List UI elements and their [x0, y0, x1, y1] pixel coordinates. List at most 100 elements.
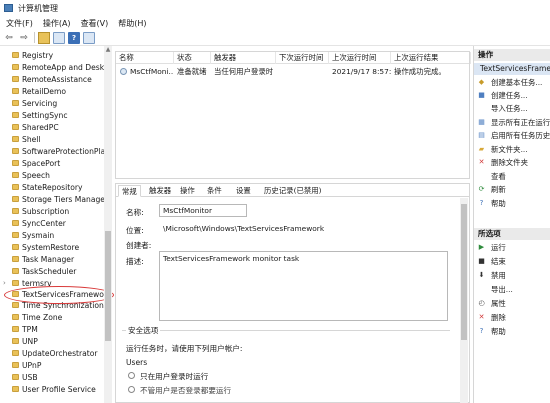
action-help[interactable]: ? 帮助	[474, 198, 550, 209]
task-list-header: 名称 状态 触发器 下次运行时间 上次运行时间 上次运行结果	[116, 52, 471, 64]
tree-item[interactable]: StateRepository	[0, 182, 111, 193]
column-header-last-result[interactable]: 上次运行结果	[391, 52, 471, 64]
scrollbar-thumb[interactable]	[105, 231, 111, 341]
action-end[interactable]: ■ 结束	[474, 256, 550, 267]
tree-item[interactable]: SpacePort	[0, 158, 111, 169]
help-icon[interactable]: ?	[68, 31, 80, 44]
action-disable[interactable]: ⬇ 禁用	[474, 270, 550, 281]
new-folder-icon: ▰	[478, 145, 485, 153]
tree-item[interactable]: UPnP	[0, 360, 111, 371]
name-label: 名称:	[126, 208, 144, 217]
up-folder-icon[interactable]	[38, 31, 50, 44]
action-delete[interactable]: ✕ 删除	[474, 312, 550, 323]
action-pane: 操作 TextServicesFramework ◆创建基本任务... ■创建任…	[473, 46, 550, 403]
column-header-last-run[interactable]: 上次运行时间	[329, 52, 391, 64]
title-bar: 计算机管理	[0, 0, 550, 16]
tree-item[interactable]: USB	[0, 372, 111, 383]
action-delete-folder[interactable]: ✕ 删除文件夹	[474, 157, 550, 168]
forward-arrow-icon[interactable]: ⇨	[18, 32, 30, 44]
tree-item[interactable]: SystemRestore	[0, 242, 111, 253]
scroll-up-icon[interactable]: ▲	[104, 46, 112, 54]
action-run[interactable]: ▶ 运行	[474, 242, 550, 253]
action-new-folder[interactable]: ▰ 新文件夹...	[474, 144, 550, 155]
tree-item[interactable]: RemoteAssistance	[0, 74, 111, 85]
task-list: 名称 状态 触发器 下次运行时间 上次运行时间 上次运行结果 MsCtfMoni…	[115, 51, 471, 179]
action-import-task[interactable]: 导入任务...	[474, 103, 550, 114]
tab-actions[interactable]: 操作	[177, 185, 198, 197]
tab-triggers[interactable]: 触发器	[146, 185, 174, 197]
tree-item[interactable]: TPM	[0, 324, 111, 335]
column-header-name[interactable]: 名称	[116, 52, 174, 64]
description-field[interactable]: TextServicesFramework monitor task	[159, 251, 448, 321]
tree-item[interactable]: UNP	[0, 336, 111, 347]
action-display-running[interactable]: ▦显示所有正在运行的任务	[474, 117, 550, 128]
history-icon: ▤	[478, 131, 485, 139]
tree-item[interactable]: Subscription	[0, 206, 111, 217]
folder-icon	[12, 160, 19, 166]
column-header-next-run[interactable]: 下次运行时间	[276, 52, 329, 64]
name-field[interactable]: MsCtfMonitor	[159, 204, 247, 217]
tab-general[interactable]: 常规	[118, 185, 141, 197]
action-enable-history[interactable]: ▤启用所有任务历史记录	[474, 130, 550, 141]
expand-chevron-icon[interactable]: ›	[3, 278, 6, 289]
actions-folder-header[interactable]: TextServicesFramework	[474, 63, 550, 75]
cell-last-run: 2021/9/17 8:57:49	[332, 67, 391, 76]
folder-icon	[12, 256, 19, 262]
tree-item[interactable]: Servicing	[0, 98, 111, 109]
show-hide-tree-icon[interactable]	[53, 31, 65, 44]
tree-item[interactable]: RemoteApp and Deskt	[0, 62, 111, 73]
action-properties[interactable]: ◴ 属性	[474, 298, 550, 309]
tree-item[interactable]: UpdateOrchestrator	[0, 348, 111, 359]
radio-run-whether-logged-on[interactable]	[128, 386, 135, 393]
action-refresh[interactable]: ⟳ 刷新	[474, 184, 550, 195]
location-value: \Microsoft\Windows\TextServicesFramework	[159, 222, 448, 235]
action-help-item[interactable]: ? 帮助	[474, 326, 550, 337]
tab-conditions[interactable]: 条件	[204, 185, 225, 197]
action-create-basic-task[interactable]: ◆ 创建基本任务...	[474, 77, 550, 88]
action-create-task[interactable]: ■ 创建任务...	[474, 90, 550, 101]
folder-icon	[12, 362, 19, 368]
tree-item[interactable]: › termsrv	[0, 278, 111, 289]
tree-item[interactable]: Shell	[0, 134, 111, 145]
tree-item-selected[interactable]: TextServicesFramework	[0, 289, 111, 300]
menu-action[interactable]: 操作(A)	[43, 18, 71, 29]
column-header-status[interactable]: 状态	[174, 52, 211, 64]
radio-run-logged-on[interactable]	[128, 372, 135, 379]
tree-item[interactable]: User Profile Service	[0, 384, 111, 395]
tree-item[interactable]: Time Zone	[0, 312, 111, 323]
cell-trigger: 当任何用户登录时	[214, 67, 274, 76]
action-export[interactable]: 导出...	[474, 284, 550, 295]
folder-icon	[12, 244, 19, 250]
column-header-trigger[interactable]: 触发器	[211, 52, 276, 64]
back-arrow-icon[interactable]: ⇦	[3, 32, 15, 44]
tree-scrollbar[interactable]: ▲	[104, 46, 112, 403]
menu-file[interactable]: 文件(F)	[6, 18, 33, 29]
tree-item[interactable]: Sysmain	[0, 230, 111, 241]
tree-item[interactable]: Storage Tiers Manager	[0, 194, 111, 205]
tree-item[interactable]: Speech	[0, 170, 111, 181]
refresh-icon: ⟳	[478, 185, 485, 193]
menu-view[interactable]: 查看(V)	[81, 18, 109, 29]
tree-item[interactable]: SharedPC	[0, 122, 111, 133]
tree-item[interactable]: SyncCenter	[0, 218, 111, 229]
tree-item[interactable]: Task Manager	[0, 254, 111, 265]
tab-history[interactable]: 历史记录(已禁用)	[261, 185, 325, 197]
detail-scrollbar[interactable]	[460, 198, 468, 403]
tab-settings[interactable]: 设置	[233, 185, 254, 197]
scrollbar-thumb[interactable]	[461, 204, 467, 340]
tree-item[interactable]: SoftwareProtectionPlat	[0, 146, 111, 157]
tree-item[interactable]: TaskScheduler	[0, 266, 111, 277]
show-action-pane-icon[interactable]	[83, 31, 95, 44]
folder-icon	[12, 196, 19, 202]
tree-item[interactable]: Time Synchronization	[0, 300, 111, 311]
folder-icon	[12, 220, 19, 226]
action-view[interactable]: 查看	[474, 171, 550, 182]
tree-item[interactable]: SettingSync	[0, 110, 111, 121]
cell-name: MsCtfMoni...	[130, 67, 174, 76]
tree-item[interactable]: RetailDemo	[0, 86, 111, 97]
menu-help[interactable]: 帮助(H)	[118, 18, 146, 29]
table-row[interactable]: MsCtfMoni... 准备就绪 当任何用户登录时 2021/9/17 8:5…	[116, 66, 469, 78]
tree-item[interactable]: Registry	[0, 50, 111, 61]
folder-icon	[12, 314, 19, 320]
folder-icon	[12, 208, 19, 214]
